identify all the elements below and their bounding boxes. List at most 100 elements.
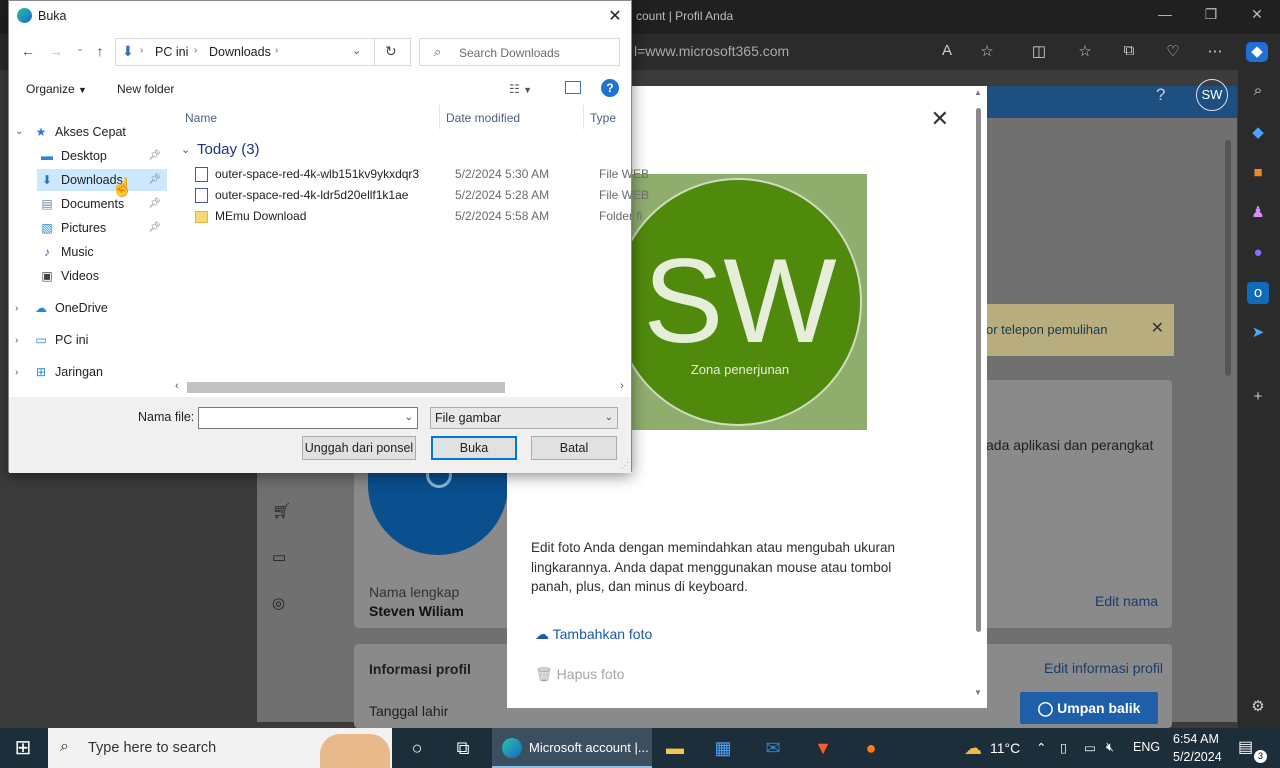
collapse-chevron-icon[interactable]: › [15, 367, 18, 378]
send-icon[interactable]: ➤ [1247, 322, 1269, 344]
page-scrollbar-thumb[interactable] [1225, 140, 1231, 376]
firefox-icon[interactable]: ● [848, 728, 894, 768]
file-row[interactable]: outer-space-red-4k-wlb151kv9ykxdqr3 5/2/… [189, 164, 649, 185]
filename-dropdown-icon[interactable]: ⌄ [405, 408, 413, 428]
nav-item-music[interactable]: ♪ Music [37, 241, 167, 263]
tray-chevron-icon[interactable]: ⌃ [1036, 740, 1046, 755]
column-date-modified[interactable]: Date modified [446, 111, 520, 125]
breadcrumb-pc[interactable]: PC ini [155, 45, 188, 59]
scroll-left-icon[interactable]: ‹ [175, 380, 179, 392]
photo-crop-area[interactable]: SW Zona penerjunan [629, 174, 867, 430]
up-arrow-icon[interactable]: ↑ [91, 43, 109, 61]
preview-pane-icon[interactable] [565, 81, 581, 94]
modal-scroll-thumb[interactable] [976, 108, 981, 632]
group-header-today[interactable]: Today (3) [197, 141, 260, 158]
cart-icon[interactable]: 🛒︎ [272, 502, 291, 520]
modal-scrollbar[interactable]: ▲ ▼ [973, 86, 985, 708]
language-indicator[interactable]: ENG [1133, 740, 1160, 754]
address-box[interactable]: ⬇ › PC ini › Downloads › ⌄ ↻ [115, 38, 411, 66]
file-row[interactable]: outer-space-red-4k-ldr5d20ellf1k1ae 5/2/… [189, 185, 649, 206]
add-sidebar-icon[interactable]: + [1247, 386, 1269, 408]
resize-grip-icon[interactable]: ⋰ [621, 461, 629, 470]
forward-arrow-icon[interactable]: → [47, 43, 65, 61]
horizontal-scroll-thumb[interactable] [187, 382, 505, 393]
task-view-icon[interactable]: ⧉ [440, 728, 486, 768]
back-arrow-icon[interactable]: ← [19, 43, 37, 61]
header-avatar[interactable]: SW [1196, 79, 1228, 111]
pin-icon[interactable]: 📌︎ [148, 193, 161, 215]
url-text[interactable]: l=www.microsoft365.com [634, 43, 789, 59]
search-icon[interactable]: ⌕ [1247, 80, 1269, 102]
temperature[interactable]: 11°C [990, 740, 1020, 756]
scroll-right-icon[interactable]: › [620, 380, 624, 392]
pin-icon[interactable]: 📌︎ [148, 145, 161, 167]
scroll-up-icon[interactable]: ▲ [974, 88, 982, 97]
column-type[interactable]: Type [590, 111, 616, 125]
read-aloud-icon[interactable]: A [936, 42, 958, 62]
file-row[interactable]: MEmu Download 5/2/2024 5:58 AM Folder fi [189, 206, 642, 227]
search-box[interactable]: ⌕ Search Downloads [419, 38, 620, 66]
nav-item-downloads[interactable]: ⬇ Downloads 📌︎ [37, 169, 167, 191]
brave-icon[interactable]: ▼ [800, 728, 846, 768]
favorites-icon[interactable]: ☆ [1074, 42, 1096, 62]
group-collapse-icon[interactable]: ⌄ [181, 143, 190, 156]
tools-icon[interactable]: ■ [1247, 162, 1269, 184]
split-screen-icon[interactable]: ◫ [1028, 42, 1050, 62]
pin-icon[interactable]: 📌︎ [148, 169, 161, 191]
nav-onedrive[interactable]: ☁ OneDrive [33, 297, 169, 319]
scroll-down-icon[interactable]: ▼ [974, 688, 982, 697]
nav-this-pc[interactable]: ▭ PC ini [33, 329, 169, 351]
upload-from-phone-button[interactable]: Unggah dari ponsel [302, 436, 416, 460]
close-window-icon[interactable]: ✕ [1242, 6, 1272, 28]
games-icon[interactable]: ♟ [1247, 202, 1269, 224]
pin-icon[interactable]: 📌︎ [148, 217, 161, 239]
open-button[interactable]: Buka [431, 436, 517, 460]
mail-icon[interactable]: ✉ [750, 728, 796, 768]
add-photo-button[interactable]: ☁ Tambahkan foto [535, 626, 652, 643]
cancel-button[interactable]: Batal [531, 436, 617, 460]
help-icon[interactable]: ? [601, 79, 619, 97]
browser-tab-title[interactable]: count | Profil Anda [636, 9, 733, 23]
address-dropdown-icon[interactable]: ⌄ [352, 44, 361, 57]
taskbar-app-edge[interactable]: Microsoft account |... [492, 728, 652, 768]
clock-date[interactable]: 5/2/2024 [1173, 750, 1222, 764]
breadcrumb-downloads[interactable]: Downloads [209, 45, 271, 59]
notice-close-icon[interactable]: ✕ [1151, 318, 1164, 338]
column-name[interactable]: Name [185, 111, 217, 125]
modal-close-icon[interactable]: ✕ [931, 106, 949, 132]
favorite-star-icon[interactable]: ☆ [976, 42, 998, 62]
expand-chevron-icon[interactable]: ⌄ [15, 126, 23, 137]
nav-quick-access[interactable]: ★ Akses Cepat [33, 121, 169, 143]
nav-network[interactable]: ⊞ Jaringan [33, 361, 169, 383]
filename-input[interactable]: ⌄ [198, 407, 418, 429]
collapse-chevron-icon[interactable]: › [15, 335, 18, 346]
refresh-icon[interactable]: ↻ [385, 43, 397, 60]
more-menu-icon[interactable]: ⋯ [1204, 42, 1226, 62]
horizontal-scrollbar[interactable]: ‹ › [173, 379, 631, 396]
restore-icon[interactable]: ❐ [1196, 6, 1226, 28]
cortana-circle-icon[interactable]: ○ [394, 728, 440, 768]
collapse-chevron-icon[interactable]: › [15, 303, 18, 314]
organize-menu[interactable]: Organize ▼ [26, 82, 87, 96]
help-icon[interactable]: ? [1156, 85, 1165, 105]
view-options-icon[interactable]: ☷ ▼ [509, 82, 532, 96]
nav-item-desktop[interactable]: ▬ Desktop 📌︎ [37, 145, 167, 167]
windows-start-icon[interactable]: ⊞ [0, 728, 46, 768]
recent-dropdown-icon[interactable]: ⌄ [71, 43, 89, 61]
minimize-icon[interactable]: — [1150, 6, 1180, 28]
edit-profile-info-link[interactable]: Edit informasi profil [1044, 660, 1163, 676]
shopping-tag-icon[interactable]: ◆ [1247, 122, 1269, 144]
location-icon[interactable]: ◎ [272, 594, 285, 612]
remove-photo-button[interactable]: 🗑︎ Hapus foto [535, 666, 624, 683]
outlook-icon[interactable]: o [1247, 282, 1269, 304]
network-icon[interactable]: ▭ [1084, 740, 1096, 755]
new-folder-button[interactable]: New folder [117, 82, 174, 96]
file-type-select[interactable]: File gambar ⌄ [430, 407, 618, 429]
volume-muted-icon[interactable]: 🔇︎ [1106, 740, 1114, 755]
feedback-button[interactable]: ◯ Umpan balik [1020, 692, 1158, 724]
taskbar-search[interactable]: ⌕ Type here to search [48, 728, 392, 768]
copilot-icon[interactable]: ◆ [1246, 42, 1268, 62]
collections-icon[interactable]: ⧉ [1118, 42, 1140, 62]
edit-name-link[interactable]: Edit nama [1095, 593, 1158, 609]
dialog-close-icon[interactable]: ✕ [603, 6, 627, 26]
